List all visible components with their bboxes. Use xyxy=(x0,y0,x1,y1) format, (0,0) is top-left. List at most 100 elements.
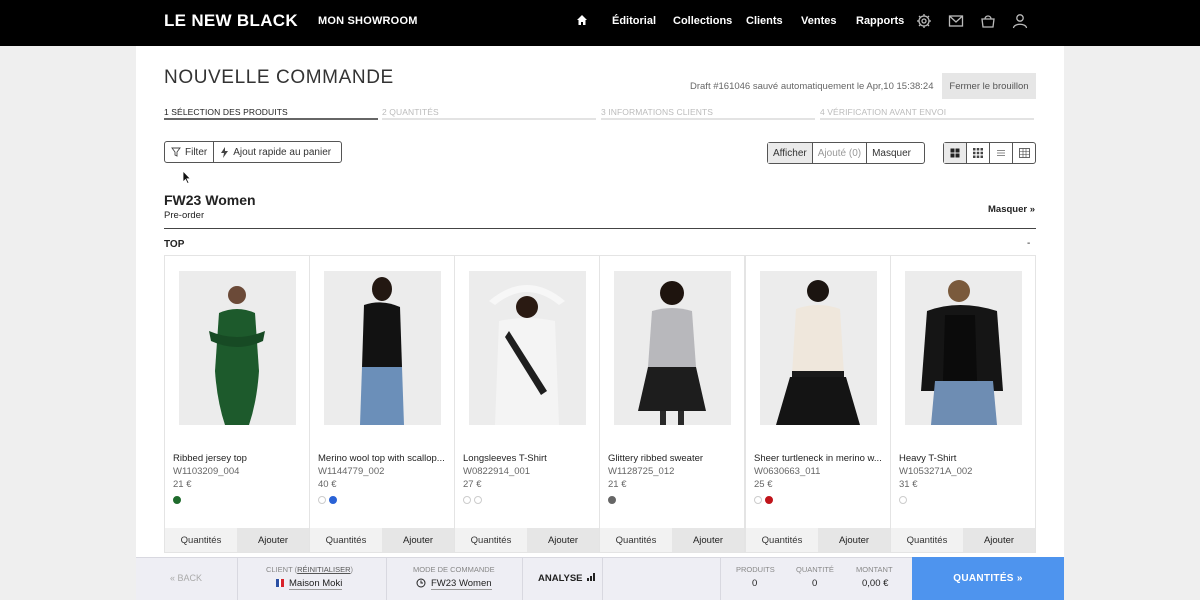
category-collapse-toggle[interactable]: - xyxy=(1027,238,1030,249)
bar-separator xyxy=(386,558,387,600)
showroom-link[interactable]: MON SHOWROOM xyxy=(318,15,418,27)
client-name[interactable]: Maison Moki xyxy=(289,578,343,590)
product-name[interactable]: Sheer turtleneck in merino w... xyxy=(754,453,886,464)
add-button[interactable]: Ajouter xyxy=(382,528,454,552)
added-filter-button[interactable]: Ajouté (0) xyxy=(811,143,866,163)
products-label: PRODUITS xyxy=(736,565,775,574)
nav-editorial[interactable]: Éditorial xyxy=(612,15,656,27)
quantities-button[interactable]: Quantités xyxy=(891,528,963,552)
step-client-info[interactable]: 3 INFORMATIONS CLIENTS xyxy=(601,107,713,117)
quantities-button[interactable]: Quantités xyxy=(746,528,818,552)
step-verification[interactable]: 4 VÉRIFICATION AVANT ENVOI xyxy=(820,107,946,117)
cart-icon[interactable] xyxy=(980,13,996,29)
add-button[interactable]: Ajouter xyxy=(672,528,744,552)
bar-chart-icon xyxy=(587,573,596,581)
nav-rapports[interactable]: Rapports xyxy=(856,15,904,27)
quantities-button[interactable]: Quantités xyxy=(455,528,527,552)
color-swatch[interactable] xyxy=(899,496,907,504)
color-swatches xyxy=(173,496,181,504)
home-icon[interactable] xyxy=(576,13,588,27)
client-label-text: CLIENT xyxy=(266,565,293,574)
brand-logo[interactable]: LE NEW BLACK xyxy=(164,11,298,31)
gear-icon[interactable] xyxy=(916,13,932,29)
color-swatch[interactable] xyxy=(463,496,471,504)
product-name[interactable]: Glittery ribbed sweater xyxy=(608,453,740,464)
list-button[interactable] xyxy=(989,143,1012,163)
product-name[interactable]: Longsleeves T-Shirt xyxy=(463,453,595,464)
color-swatches xyxy=(318,496,337,504)
color-swatch[interactable] xyxy=(765,496,773,504)
bar-separator xyxy=(522,558,523,600)
collection-subtitle: Pre-order xyxy=(164,210,205,221)
analyse-label: ANALYSE xyxy=(538,573,583,584)
color-swatches xyxy=(463,496,482,504)
product-image[interactable] xyxy=(905,271,1022,425)
products-count: 0 xyxy=(752,578,758,589)
order-mode-value[interactable]: FW23 Women xyxy=(431,578,492,590)
quantities-button[interactable]: Quantités xyxy=(310,528,382,552)
filter-button[interactable]: Filter xyxy=(165,142,213,162)
close-draft-button[interactable]: Fermer le brouillon xyxy=(942,73,1036,99)
product-card[interactable]: Ribbed jersey top W1103209_004 21 € Quan… xyxy=(164,255,310,553)
product-price: 21 € xyxy=(173,479,192,490)
client-label: CLIENT (RÉINITIALISER) xyxy=(266,565,353,574)
color-swatch[interactable] xyxy=(754,496,762,504)
step-quantities[interactable]: 2 QUANTITÉS xyxy=(382,107,439,117)
color-swatch[interactable] xyxy=(474,496,482,504)
color-swatch[interactable] xyxy=(318,496,326,504)
grid-small-button[interactable] xyxy=(966,143,989,163)
table-button[interactable] xyxy=(1012,143,1035,163)
grid-large-icon xyxy=(950,148,960,158)
client-reset-link[interactable]: RÉINITIALISER xyxy=(297,565,350,574)
quantities-button[interactable]: Quantités xyxy=(600,528,672,552)
analyse-button[interactable]: ANALYSE xyxy=(538,573,596,584)
product-image[interactable] xyxy=(324,271,441,425)
color-swatches xyxy=(608,496,616,504)
visibility-toggle-group: Afficher Ajouté (0) Masquer xyxy=(767,142,925,164)
grid-large-button[interactable] xyxy=(944,143,966,163)
product-image[interactable] xyxy=(179,271,296,425)
france-flag-icon xyxy=(276,579,285,587)
product-image[interactable] xyxy=(760,271,877,425)
list-icon xyxy=(997,150,1005,156)
step-product-selection[interactable]: 1 SÉLECTION DES PRODUITS xyxy=(164,107,288,117)
show-button[interactable]: Afficher xyxy=(768,143,812,163)
quantities-button[interactable]: Quantités xyxy=(165,528,237,552)
nav-ventes[interactable]: Ventes xyxy=(801,15,836,27)
product-card[interactable]: Heavy T-Shirt W1053271A_002 31 € Quantit… xyxy=(890,255,1036,553)
back-button[interactable]: « BACK xyxy=(170,573,202,583)
product-name[interactable]: Merino wool top with scallop... xyxy=(318,453,450,464)
hide-collection-link[interactable]: Masquer » xyxy=(988,204,1035,215)
filter-toolbar: Filter Ajout rapide au panier xyxy=(164,141,342,163)
product-price: 27 € xyxy=(463,479,482,490)
color-swatch[interactable] xyxy=(608,496,616,504)
product-image[interactable] xyxy=(469,271,586,425)
color-swatch[interactable] xyxy=(173,496,181,504)
product-image[interactable] xyxy=(614,271,731,425)
product-card[interactable]: Merino wool top with scallop... W1144779… xyxy=(309,255,455,553)
step-bar-client-info xyxy=(601,118,815,120)
product-price: 31 € xyxy=(899,479,918,490)
product-card[interactable]: Glittery ribbed sweater W1128725_012 21 … xyxy=(599,255,745,553)
user-icon[interactable] xyxy=(1012,13,1028,29)
product-name[interactable]: Ribbed jersey top xyxy=(173,453,305,464)
product-name[interactable]: Heavy T-Shirt xyxy=(899,453,1031,464)
step-bar-product-selection xyxy=(164,118,378,120)
hide-button[interactable]: Masquer xyxy=(866,143,916,163)
add-button[interactable]: Ajouter xyxy=(963,528,1035,552)
product-card[interactable]: Sheer turtleneck in merino w... W0630663… xyxy=(745,255,891,553)
category-title: TOP xyxy=(164,239,185,250)
color-swatch[interactable] xyxy=(329,496,337,504)
product-price: 25 € xyxy=(754,479,773,490)
add-button[interactable]: Ajouter xyxy=(237,528,309,552)
nav-collections[interactable]: Collections xyxy=(673,15,732,27)
go-to-quantities-button[interactable]: QUANTITÉS » xyxy=(912,557,1064,600)
lightning-icon xyxy=(221,146,229,158)
product-card[interactable]: Longsleeves T-Shirt W0822914_001 27 € Qu… xyxy=(454,255,600,553)
nav-clients[interactable]: Clients xyxy=(746,15,783,27)
mouse-cursor-icon xyxy=(182,170,192,184)
add-button[interactable]: Ajouter xyxy=(818,528,890,552)
add-button[interactable]: Ajouter xyxy=(527,528,599,552)
inbox-icon[interactable] xyxy=(948,13,964,29)
quick-add-button[interactable]: Ajout rapide au panier xyxy=(213,142,337,162)
